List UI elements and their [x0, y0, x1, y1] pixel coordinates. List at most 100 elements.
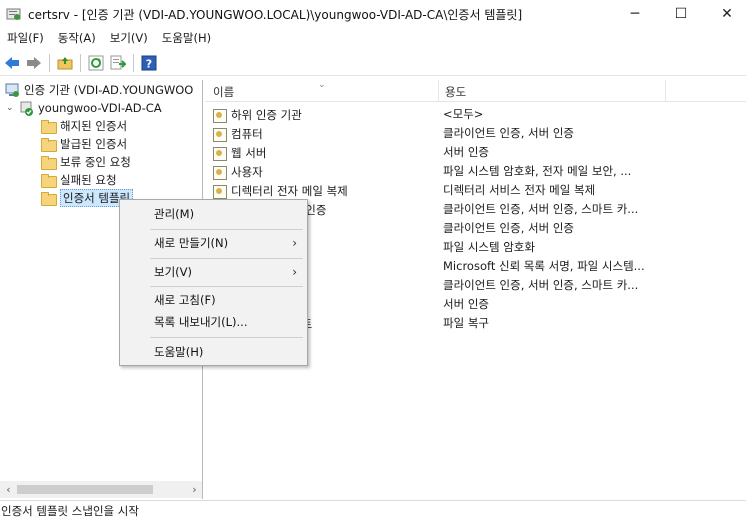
certificate-template-icon — [211, 145, 227, 161]
sort-caret-icon: ⌄ — [318, 80, 326, 90]
scrollbar-thumb[interactable] — [17, 485, 153, 494]
toolbar: ? — [0, 50, 746, 76]
up-folder-icon[interactable] — [54, 52, 76, 74]
tree-item-label: 해지된 인증서 — [60, 119, 128, 133]
context-menu-help[interactable]: 도움말(H) — [122, 341, 305, 363]
menu-item-label: 새로 만들기(N) — [154, 236, 229, 250]
scroll-right-icon[interactable]: › — [186, 481, 202, 498]
menu-item-label: 도움말(H) — [154, 345, 204, 359]
menu-bar: 파일(F) 동작(A) 보기(V) 도움말(H) — [0, 28, 746, 49]
submenu-arrow-icon: › — [292, 265, 297, 279]
menu-action[interactable]: 동작(A) — [51, 28, 103, 49]
column-divider[interactable] — [438, 80, 439, 102]
certsrv-app-icon — [6, 6, 22, 22]
menu-separator — [150, 337, 303, 338]
list-item[interactable]: 컴퓨터 클라이언트 인증, 서버 인증 — [205, 124, 746, 143]
tree-item-label: 실패된 요청 — [60, 173, 117, 187]
certificate-template-icon — [211, 183, 227, 199]
refresh-icon[interactable] — [85, 52, 107, 74]
menu-item-label: 새로 고침(F) — [154, 293, 216, 307]
template-purpose: 파일 시스템 암호화 — [443, 240, 535, 254]
title-bar: certsrv - [인증 기관 (VDI-AD.YOUNGWOO.LOCAL)… — [0, 0, 746, 28]
back-icon[interactable] — [1, 52, 23, 74]
folder-icon — [40, 172, 57, 188]
template-purpose: 클라이언트 인증, 서버 인증, 스마트 카... — [443, 278, 639, 292]
horizontal-scrollbar[interactable]: ‹ › — [0, 481, 202, 498]
tree-item-label: 발급된 인증서 — [60, 137, 128, 151]
context-menu-manage[interactable]: 관리(M) — [122, 203, 305, 225]
tree-root-label: 인증 기관 (VDI-AD.YOUNGWOO — [24, 83, 194, 97]
tree-item-failed[interactable]: 실패된 요청 — [40, 171, 117, 189]
list-item[interactable]: 사용자 파일 시스템 암호화, 전자 메일 보안, ... — [205, 162, 746, 181]
context-menu-view[interactable]: 보기(V) › — [122, 261, 305, 283]
ca-server-icon — [4, 82, 20, 98]
svg-text:?: ? — [146, 57, 152, 70]
folder-icon — [40, 190, 57, 206]
ca-check-icon — [18, 100, 34, 116]
close-button[interactable]: ✕ — [704, 0, 746, 28]
menu-separator — [150, 286, 303, 287]
context-menu-refresh[interactable]: 새로 고침(F) — [122, 289, 305, 311]
folder-icon — [40, 136, 57, 152]
folder-icon — [40, 118, 57, 134]
template-name: 사용자 — [231, 164, 263, 179]
column-divider[interactable] — [665, 80, 666, 102]
context-menu: 관리(M) 새로 만들기(N) › 보기(V) › 새로 고침(F) 목록 내보내기… — [119, 199, 308, 366]
list-item[interactable]: 하위 인증 기관 <모두> — [205, 105, 746, 124]
certificate-template-icon — [211, 107, 227, 123]
list-item[interactable]: 디렉터리 전자 메일 복제 디렉터리 서비스 전자 메일 복제 — [205, 181, 746, 200]
context-menu-export-list[interactable]: 목록 내보내기(L)... — [122, 311, 305, 333]
list-item[interactable]: 웹 서버 서버 인증 — [205, 143, 746, 162]
column-headers: 이름 ⌄ 용도 — [205, 80, 746, 102]
expand-chevron-icon[interactable]: ⌄ — [6, 103, 18, 113]
tree-ca-node[interactable]: ⌄ youngwoo-VDI-AD-CA — [6, 99, 162, 117]
tree-root-ca[interactable]: 인증 기관 (VDI-AD.YOUNGWOO — [4, 81, 193, 99]
template-purpose: 파일 복구 — [443, 316, 489, 330]
scroll-left-icon[interactable]: ‹ — [0, 481, 17, 498]
column-header-purpose[interactable]: 용도 — [445, 80, 466, 102]
submenu-arrow-icon: › — [292, 236, 297, 250]
column-header-name[interactable]: 이름 — [213, 80, 234, 102]
toolbar-divider — [133, 53, 134, 72]
template-name: 하위 인증 기관 — [231, 107, 302, 122]
tree-item-revoked[interactable]: 해지된 인증서 — [40, 117, 127, 135]
tree-ca-label: youngwoo-VDI-AD-CA — [38, 101, 162, 115]
window-title: certsrv - [인증 기관 (VDI-AD.YOUNGWOO.LOCAL)… — [28, 7, 523, 22]
template-purpose: 서버 인증 — [443, 297, 489, 311]
menu-item-label: 관리(M) — [154, 207, 195, 221]
toolbar-divider — [80, 53, 81, 72]
menu-item-label: 보기(V) — [154, 265, 192, 279]
context-menu-new[interactable]: 새로 만들기(N) › — [122, 232, 305, 254]
tree-item-pending[interactable]: 보류 중인 요청 — [40, 153, 131, 171]
status-bar: 인증서 템플릿 스냅인을 시작 — [0, 500, 746, 521]
certificate-template-icon — [211, 164, 227, 180]
template-purpose: 클라이언트 인증, 서버 인증, 스마트 카... — [443, 202, 639, 216]
template-purpose: <모두> — [443, 107, 484, 121]
folder-icon — [40, 154, 57, 170]
forward-icon[interactable] — [23, 52, 45, 74]
menu-separator — [150, 229, 303, 230]
template-purpose: 클라이언트 인증, 서버 인증 — [443, 126, 575, 140]
template-purpose: 클라이언트 인증, 서버 인증 — [443, 221, 575, 235]
tree-item-issued[interactable]: 발급된 인증서 — [40, 135, 127, 153]
certificate-template-icon — [211, 126, 227, 142]
menu-item-label: 목록 내보내기(L)... — [154, 315, 248, 329]
template-purpose: 서버 인증 — [443, 145, 489, 159]
template-name: 웹 서버 — [231, 145, 267, 160]
export-list-icon[interactable] — [107, 52, 129, 74]
template-name: 컴퓨터 — [231, 126, 263, 141]
template-purpose: 파일 시스템 암호화, 전자 메일 보안, ... — [443, 164, 632, 178]
menu-view[interactable]: 보기(V) — [103, 28, 155, 49]
menu-separator — [150, 258, 303, 259]
minimize-button[interactable]: ─ — [612, 0, 658, 28]
template-purpose: Microsoft 신뢰 목록 서명, 파일 시스템... — [443, 259, 645, 273]
menu-file[interactable]: 파일(F) — [0, 28, 51, 49]
toolbar-divider — [49, 53, 50, 72]
tree-item-label: 보류 중인 요청 — [60, 155, 131, 169]
template-name: 디렉터리 전자 메일 복제 — [231, 183, 348, 198]
status-text: 인증서 템플릿 스냅인을 시작 — [1, 504, 139, 518]
maximize-button[interactable]: ☐ — [658, 0, 704, 28]
help-icon[interactable]: ? — [138, 52, 160, 74]
menu-help[interactable]: 도움말(H) — [155, 28, 218, 49]
template-purpose: 디렉터리 서비스 전자 메일 복제 — [443, 183, 596, 197]
